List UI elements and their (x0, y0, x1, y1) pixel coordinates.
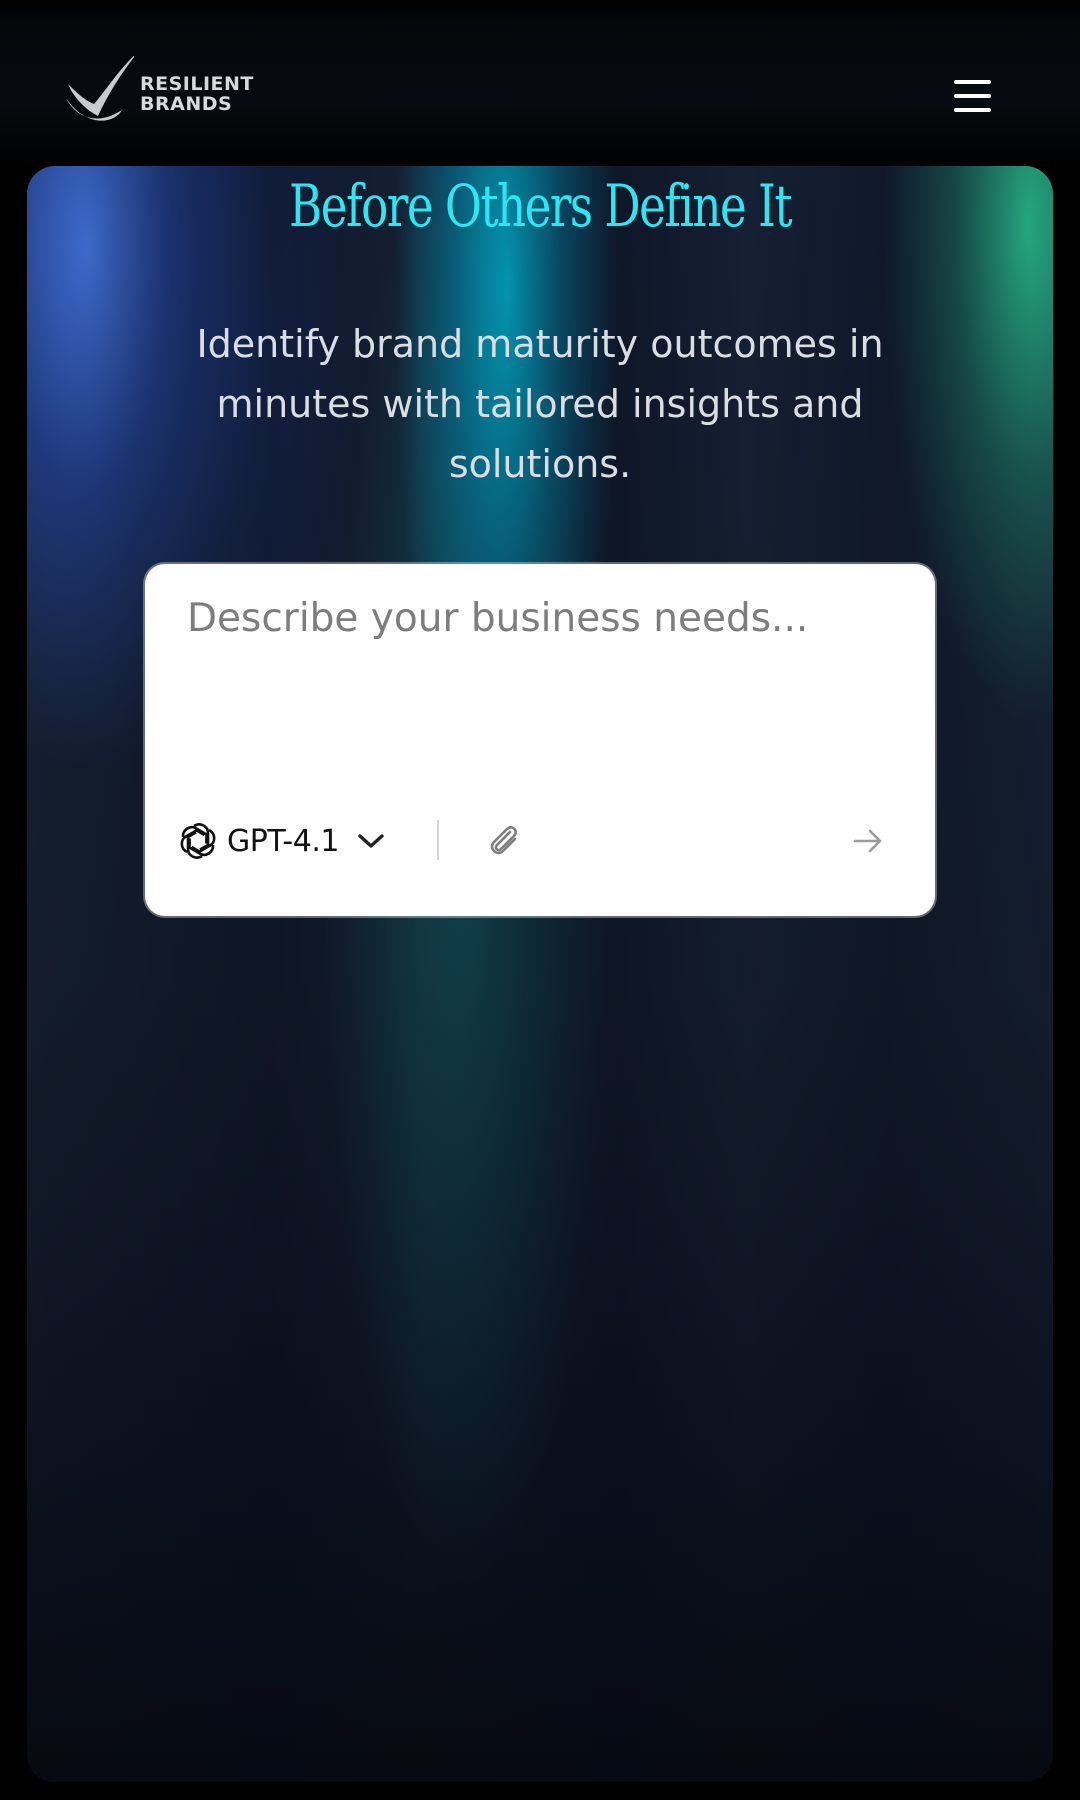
hero-headline: Before Others Define It (289, 172, 792, 240)
openai-logo-icon (180, 823, 216, 859)
paperclip-icon (490, 826, 517, 855)
brand-name: RESILIENT BRANDS (140, 74, 254, 114)
model-label: GPT-4.1 (227, 823, 339, 859)
hero-subtext: Identify brand maturity outcomes in minu… (196, 322, 884, 486)
business-needs-input[interactable] (187, 594, 887, 724)
attach-file-button[interactable] (481, 818, 527, 864)
menu-button[interactable] (944, 74, 1000, 120)
brand-logo[interactable]: RESILIENT BRANDS (64, 54, 254, 124)
prompt-card: GPT-4.1 (145, 564, 935, 916)
hamburger-menu-icon (954, 80, 991, 84)
hero-section: Before Others Define It Identify brand m… (27, 166, 1053, 1782)
checkmark-swoosh-icon (66, 55, 134, 121)
brand-name-line1: RESILIENT (140, 73, 254, 95)
top-navigation-bar: RESILIENT BRANDS (0, 0, 1080, 168)
arrow-right-icon (853, 829, 882, 853)
toolbar-divider (437, 820, 439, 860)
hamburger-menu-icon-bottom (954, 108, 991, 112)
page: RESILIENT BRANDS Before Others Define It… (0, 0, 1080, 1800)
send-button[interactable] (845, 818, 891, 864)
hamburger-menu-icon-middle (954, 94, 991, 98)
chevron-down-icon (358, 834, 384, 848)
model-selector[interactable]: GPT-4.1 (175, 816, 385, 866)
brand-name-line2: BRANDS (140, 93, 233, 115)
